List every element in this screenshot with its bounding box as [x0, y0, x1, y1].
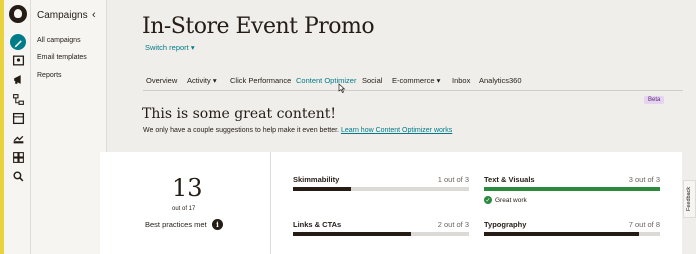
metric-typography-fill — [484, 232, 639, 236]
page-title: In-Store Event Promo — [142, 14, 375, 39]
tab-overview[interactable]: Overview — [146, 76, 177, 85]
sidebar-title: Campaigns — [37, 10, 88, 21]
metric-text-visuals-note: ✓ Great work — [484, 196, 527, 204]
metric-links-ctas-bar — [293, 232, 469, 236]
sidebar-item-all-campaigns[interactable]: All campaigns — [37, 37, 81, 44]
metric-links-ctas-name: Links & CTAs — [293, 220, 342, 229]
learn-more-link[interactable]: Learn how Content Optimizer works — [341, 127, 452, 134]
metric-text-visuals-bar — [484, 187, 660, 191]
card-divider — [270, 152, 271, 254]
website-icon[interactable] — [10, 110, 26, 126]
metric-typography-score: 7 out of 8 — [628, 220, 660, 229]
score-card: 13 out of 17 Best practices met i Skimma… — [100, 152, 682, 254]
optimizer-heading: This is some great content! — [142, 106, 337, 122]
tab-activity-label: Activity — [187, 76, 211, 85]
integrations-icon[interactable] — [10, 130, 26, 146]
cursor-icon — [338, 83, 346, 93]
tab-social[interactable]: Social — [362, 76, 382, 85]
metric-typography-name: Typography — [484, 220, 527, 229]
tab-ecommerce[interactable]: E-commerce ▾ — [392, 76, 440, 85]
metric-skimmability-bar — [293, 187, 469, 191]
beta-badge: Beta — [644, 96, 665, 104]
great-work-label: Great work — [495, 196, 527, 204]
tab-activity[interactable]: Activity ▾ — [187, 76, 217, 85]
metric-skimmability-name: Skimmability — [293, 175, 340, 184]
icon-rail — [4, 0, 31, 254]
contacts-icon[interactable] — [10, 52, 26, 68]
metric-text-visuals-fill — [484, 187, 660, 191]
chevron-down-icon: ▾ — [190, 43, 195, 52]
report-tabs: Overview Activity ▾ Click Performance Co… — [143, 71, 683, 91]
metric-typography-bar — [484, 232, 660, 236]
metric-skimmability-score: 1 out of 3 — [437, 175, 469, 184]
optimizer-subtext: We only have a couple suggestions to hel… — [143, 127, 452, 134]
content-grid-icon[interactable] — [10, 149, 26, 165]
sidebar-item-reports[interactable]: Reports — [37, 72, 62, 79]
metric-skimmability-fill — [293, 187, 352, 191]
search-icon[interactable] — [10, 168, 26, 184]
chevron-left-icon[interactable]: ‹ — [92, 9, 96, 21]
switch-report-dropdown[interactable]: Switch report ▾ — [145, 43, 195, 52]
info-icon[interactable]: i — [212, 219, 223, 230]
check-circle-icon: ✓ — [484, 196, 492, 204]
chevron-down-icon: ▾ — [212, 76, 217, 85]
tab-click-performance[interactable]: Click Performance — [230, 76, 291, 85]
tab-ecommerce-label: E-commerce — [392, 76, 435, 85]
pencil-icon[interactable] — [10, 34, 26, 50]
score-total: out of 17 — [172, 206, 196, 212]
tab-inbox[interactable]: Inbox — [452, 76, 470, 85]
megaphone-icon[interactable] — [10, 71, 26, 87]
mailchimp-logo[interactable] — [9, 5, 27, 23]
tab-content-optimizer[interactable]: Content Optimizer — [296, 76, 356, 85]
best-practices-label: Best practices met — [145, 220, 207, 229]
campaigns-sidebar: Campaigns ‹ All campaigns Email template… — [31, 0, 107, 254]
best-practices-score: 13 — [172, 174, 203, 202]
feedback-tab[interactable]: Feedback — [683, 180, 696, 218]
metric-text-visuals-name: Text & Visuals — [484, 175, 535, 184]
automations-icon[interactable] — [10, 91, 26, 107]
chevron-down-icon: ▾ — [436, 76, 441, 85]
metric-links-ctas-score: 2 out of 3 — [437, 220, 469, 229]
feedback-label: Feedback — [686, 186, 692, 211]
metric-text-visuals-score: 3 out of 3 — [628, 175, 660, 184]
metric-links-ctas-fill — [293, 232, 411, 236]
optimizer-subtext-body: We only have a couple suggestions to hel… — [143, 127, 339, 134]
sidebar-item-email-templates[interactable]: Email templates — [37, 54, 87, 61]
tab-analytics360[interactable]: Analytics360 — [479, 76, 522, 85]
switch-report-label: Switch report — [145, 43, 189, 52]
